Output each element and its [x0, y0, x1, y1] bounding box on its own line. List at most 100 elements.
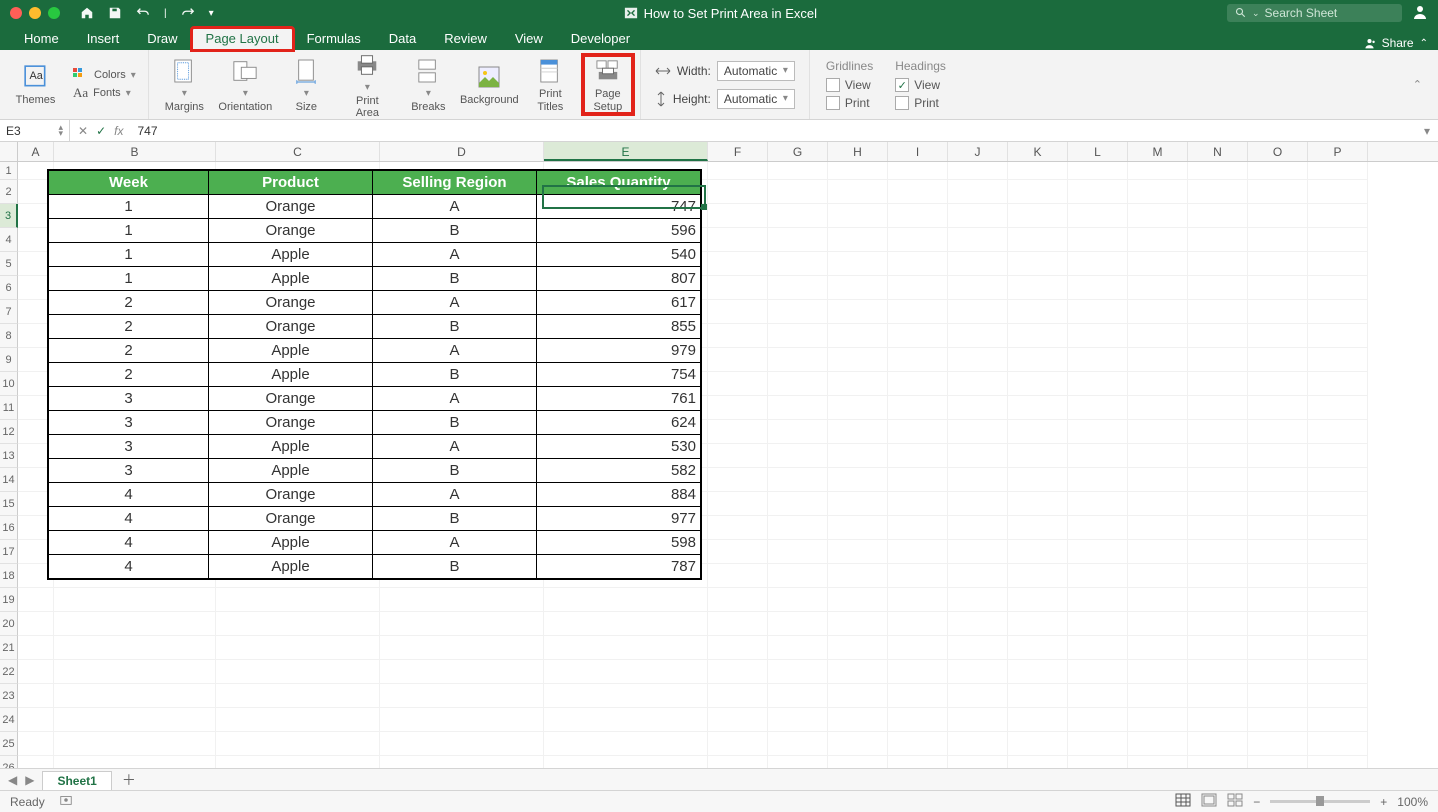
- sheet-tab[interactable]: Sheet1: [42, 771, 111, 790]
- cell[interactable]: [1128, 540, 1188, 564]
- cell[interactable]: [1248, 636, 1308, 660]
- tab-formulas[interactable]: Formulas: [293, 28, 375, 50]
- row-header[interactable]: 1: [0, 162, 18, 180]
- cell[interactable]: [1248, 468, 1308, 492]
- col-header-J[interactable]: J: [948, 142, 1008, 161]
- cell[interactable]: [828, 444, 888, 468]
- cell[interactable]: [1008, 468, 1068, 492]
- cell[interactable]: [708, 372, 768, 396]
- cell[interactable]: [888, 444, 948, 468]
- tab-insert[interactable]: Insert: [73, 28, 134, 50]
- col-header-C[interactable]: C: [216, 142, 380, 161]
- table-cell[interactable]: 979: [537, 339, 701, 363]
- cell[interactable]: [1068, 444, 1128, 468]
- table-cell[interactable]: 787: [537, 555, 701, 579]
- col-header-A[interactable]: A: [18, 142, 54, 161]
- row-header[interactable]: 14: [0, 468, 18, 492]
- col-header-P[interactable]: P: [1308, 142, 1368, 161]
- cell[interactable]: [1308, 516, 1368, 540]
- cell[interactable]: [1188, 204, 1248, 228]
- cell[interactable]: [544, 708, 708, 732]
- cell[interactable]: [948, 492, 1008, 516]
- table-header[interactable]: Product: [209, 171, 373, 195]
- account-icon[interactable]: [1412, 4, 1428, 23]
- cell[interactable]: [708, 636, 768, 660]
- cell[interactable]: [828, 636, 888, 660]
- cell[interactable]: [1128, 396, 1188, 420]
- cell[interactable]: [708, 252, 768, 276]
- row-header[interactable]: 6: [0, 276, 18, 300]
- cell[interactable]: [18, 732, 54, 756]
- cell[interactable]: [768, 162, 828, 180]
- table-cell[interactable]: 747: [537, 195, 701, 219]
- cell[interactable]: [708, 612, 768, 636]
- table-cell[interactable]: Orange: [209, 483, 373, 507]
- cell[interactable]: [54, 708, 216, 732]
- cell[interactable]: [888, 516, 948, 540]
- table-cell[interactable]: 977: [537, 507, 701, 531]
- cell[interactable]: [1008, 372, 1068, 396]
- cell[interactable]: [708, 228, 768, 252]
- save-icon[interactable]: [108, 6, 122, 20]
- cell[interactable]: [1008, 684, 1068, 708]
- cell[interactable]: [828, 708, 888, 732]
- cell[interactable]: [1008, 228, 1068, 252]
- cell[interactable]: [828, 252, 888, 276]
- cell[interactable]: [708, 660, 768, 684]
- cell[interactable]: [828, 756, 888, 768]
- cell[interactable]: [828, 588, 888, 612]
- cell[interactable]: [1068, 540, 1128, 564]
- table-cell[interactable]: Apple: [209, 363, 373, 387]
- cell[interactable]: [828, 540, 888, 564]
- cell[interactable]: [1308, 372, 1368, 396]
- row-header[interactable]: 19: [0, 588, 18, 612]
- cell[interactable]: [1248, 756, 1308, 768]
- cell[interactable]: [1068, 180, 1128, 204]
- cell[interactable]: [1128, 204, 1188, 228]
- tab-view[interactable]: View: [501, 28, 557, 50]
- cell[interactable]: [1188, 348, 1248, 372]
- cell[interactable]: [708, 162, 768, 180]
- cell[interactable]: [948, 636, 1008, 660]
- cell[interactable]: [708, 180, 768, 204]
- cell[interactable]: [888, 540, 948, 564]
- cell[interactable]: [768, 684, 828, 708]
- cell[interactable]: [948, 756, 1008, 768]
- cell[interactable]: [768, 588, 828, 612]
- cell[interactable]: [768, 612, 828, 636]
- table-cell[interactable]: 3: [49, 435, 209, 459]
- cell[interactable]: [828, 660, 888, 684]
- row-header[interactable]: 21: [0, 636, 18, 660]
- cell[interactable]: [1308, 732, 1368, 756]
- cell[interactable]: [1308, 708, 1368, 732]
- tab-review[interactable]: Review: [430, 28, 501, 50]
- cell[interactable]: [828, 564, 888, 588]
- cell[interactable]: [1188, 564, 1248, 588]
- table-cell[interactable]: A: [373, 195, 537, 219]
- cell[interactable]: [1308, 228, 1368, 252]
- cell[interactable]: [1068, 636, 1128, 660]
- cell[interactable]: [1308, 756, 1368, 768]
- print-area-button[interactable]: ▾Print Area: [340, 50, 395, 119]
- cell[interactable]: [828, 348, 888, 372]
- cell[interactable]: [1188, 636, 1248, 660]
- cell[interactable]: [1308, 540, 1368, 564]
- cell[interactable]: [1308, 444, 1368, 468]
- row-header[interactable]: 18: [0, 564, 18, 588]
- fx-icon[interactable]: fx: [114, 124, 123, 138]
- cell[interactable]: [828, 204, 888, 228]
- cell[interactable]: [948, 348, 1008, 372]
- macro-record-icon[interactable]: [59, 793, 73, 810]
- cell[interactable]: [1008, 732, 1068, 756]
- cell[interactable]: [544, 612, 708, 636]
- table-cell[interactable]: A: [373, 243, 537, 267]
- formula-input[interactable]: 747: [131, 124, 1416, 138]
- table-cell[interactable]: Orange: [209, 507, 373, 531]
- cell[interactable]: [1128, 252, 1188, 276]
- table-header[interactable]: Sales Quantity: [537, 171, 701, 195]
- cell[interactable]: [948, 684, 1008, 708]
- redo-icon[interactable]: [181, 6, 195, 20]
- cell[interactable]: [216, 612, 380, 636]
- cell[interactable]: [1068, 348, 1128, 372]
- table-cell[interactable]: 855: [537, 315, 701, 339]
